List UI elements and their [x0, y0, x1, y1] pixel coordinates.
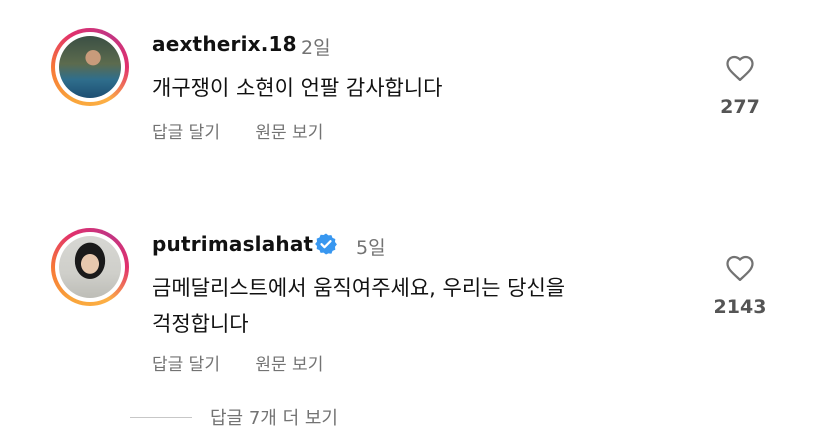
comment-item: putrimaslahat 5일 금메달리스트에서 움직여주세요, 우리는 당신…	[0, 222, 837, 382]
like-count: 2143	[713, 296, 767, 318]
avatar	[59, 236, 121, 298]
verified-badge-icon	[315, 233, 337, 255]
like-count: 277	[720, 96, 760, 118]
divider-line	[130, 417, 192, 418]
see-original-button[interactable]: 원문 보기	[255, 123, 323, 143]
comment-item: aextherix.18 2일 개구쟁이 소현이 언팔 감사합니다 답글 달기 …	[0, 22, 837, 172]
comment-text-line: 걱정합니다	[152, 312, 249, 336]
comment-text: 금메달리스트에서 움직여주세요, 우리는 당신을 걱정합니다	[152, 270, 712, 342]
heart-icon[interactable]	[725, 54, 755, 82]
heart-icon[interactable]	[725, 254, 755, 282]
view-more-replies-button[interactable]: 답글 7개 더 보기	[210, 404, 338, 430]
avatar-story-ring[interactable]	[51, 228, 129, 306]
comment-username[interactable]: putrimaslahat	[152, 232, 313, 256]
comment-time: 2일	[301, 37, 331, 59]
comment-text: 개구쟁이 소현이 언팔 감사합니다	[152, 76, 443, 100]
comment-time: 5일	[356, 237, 386, 259]
reply-button[interactable]: 답글 달기	[152, 123, 220, 143]
comment-actions: 답글 달기 원문 보기	[152, 118, 353, 143]
comment-actions: 답글 달기 원문 보기	[152, 350, 353, 375]
comment-username[interactable]: aextherix.18	[152, 32, 297, 56]
comment-text-line: 금메달리스트에서 움직여주세요, 우리는 당신을	[152, 276, 566, 300]
avatar-story-ring[interactable]	[51, 28, 129, 106]
avatar	[59, 36, 121, 98]
reply-button[interactable]: 답글 달기	[152, 355, 220, 375]
see-original-button[interactable]: 원문 보기	[255, 355, 323, 375]
